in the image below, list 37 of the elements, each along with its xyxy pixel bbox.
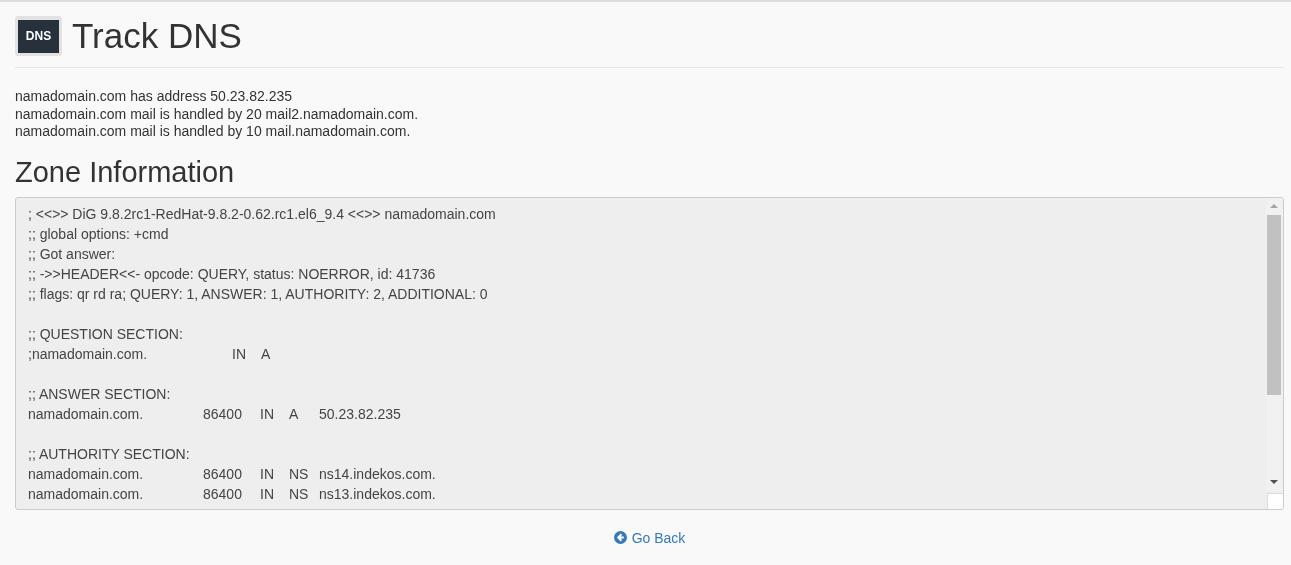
dns-icon: DNS <box>15 16 62 56</box>
output-line: ;; global options: +cmd <box>28 224 169 244</box>
lookup-result-line: namadomain.com has address 50.23.82.235 <box>15 88 293 106</box>
record-field: IN <box>232 343 246 364</box>
output-line: ;; ANSWER SECTION: <box>28 384 171 404</box>
record-field: namadomain.com. <box>28 483 144 504</box>
record-field: namadomain.com. <box>28 403 144 424</box>
lookup-result-line: namadomain.com mail is handled by 20 mail2.namadomain.com. <box>15 105 419 123</box>
page-title: Track DNS <box>72 15 242 57</box>
record-field: ns13.indekos.com. <box>319 483 436 504</box>
record-field: A <box>289 403 299 424</box>
record-field: NS <box>289 483 309 504</box>
back-arrow-icon <box>613 531 627 544</box>
record-field: IN <box>260 403 274 424</box>
record-field: ns14.indekos.com. <box>319 463 436 484</box>
scroll-down-arrow-icon[interactable] <box>1270 479 1278 484</box>
output-line: ; <<>> DiG 9.8.2rc1-RedHat-9.8.2-0.62.rc1.el6_9.4 <<>> namadomain.com <box>28 204 496 224</box>
record-field: IN <box>260 463 274 484</box>
record-field: A <box>261 343 271 364</box>
scroll-up-arrow-icon[interactable] <box>1270 203 1278 208</box>
record-field: 86400 <box>203 483 242 504</box>
record-field: IN <box>260 483 274 504</box>
record-field: 50.23.82.235 <box>319 403 401 424</box>
record-field: NS <box>289 463 309 484</box>
record-field: namadomain.com. <box>28 463 144 484</box>
output-line: ;; Got answer: <box>28 244 116 264</box>
output-line: ;; AUTHORITY SECTION: <box>28 444 190 464</box>
output-line: ;; flags: qr rd ra; QUERY: 1, ANSWER: 1, AUTHORITY: 2, ADDITIONAL: 0 <box>28 284 488 304</box>
record-field: 86400 <box>203 403 242 424</box>
go-back-link[interactable]: Go Back <box>613 529 686 546</box>
record-field: ;namadomain.com. <box>28 343 148 364</box>
scrollbar-thumb[interactable] <box>1267 214 1281 395</box>
output-line: ;; QUESTION SECTION: <box>28 324 183 344</box>
output-line: ;; ->>HEADER<<- opcode: QUERY, status: NOERROR, id: 41736 <box>28 264 436 284</box>
record-field: 86400 <box>203 463 242 484</box>
lookup-result-line: namadomain.com mail is handled by 10 mail.namadomain.com. <box>15 123 411 141</box>
section-heading: Zone Information <box>15 154 235 189</box>
